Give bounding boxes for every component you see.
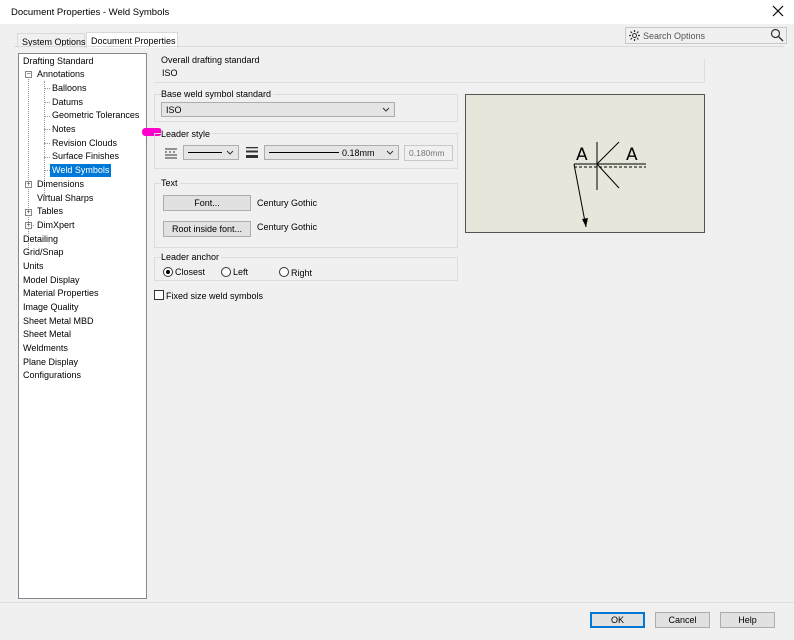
text-label: Text bbox=[161, 178, 180, 188]
tree-guide bbox=[44, 88, 50, 89]
base-weld-label: Base weld symbol standard bbox=[161, 89, 274, 99]
tree-item-dimxpert[interactable]: DimXpert bbox=[37, 219, 75, 232]
line-style-icon bbox=[165, 148, 177, 159]
fixed-size-label: Fixed size weld symbols bbox=[166, 291, 264, 301]
overall-standard-label: Overall drafting standard bbox=[161, 55, 260, 65]
base-weld-value: ISO bbox=[166, 105, 182, 115]
line-thickness-icon bbox=[246, 147, 258, 158]
root-inside-font-button[interactable]: Root inside font... bbox=[163, 221, 251, 237]
tree-item-plane-display[interactable]: Plane Display bbox=[23, 356, 78, 369]
root-font-value: Century Gothic bbox=[257, 222, 318, 232]
window-title: Document Properties - Weld Symbols bbox=[11, 7, 170, 18]
overall-standard-value: ISO bbox=[162, 68, 178, 78]
line-sample bbox=[269, 152, 339, 153]
closest-label: Closest bbox=[175, 267, 206, 277]
expand-icon[interactable]: + bbox=[25, 181, 32, 188]
close-icon[interactable] bbox=[770, 3, 786, 19]
tree-item-surface-finishes[interactable]: Surface Finishes bbox=[52, 150, 119, 163]
tree-item-balloons[interactable]: Balloons bbox=[52, 82, 87, 95]
tree-guide bbox=[44, 102, 50, 103]
fixed-size-checkbox[interactable] bbox=[154, 290, 164, 300]
weld-symbol-graphic: A A bbox=[573, 141, 646, 228]
chevron-down-icon bbox=[382, 107, 390, 112]
tree-item-drafting-standard[interactable]: Drafting Standard bbox=[23, 55, 94, 68]
expand-icon[interactable]: + bbox=[25, 209, 32, 216]
cancel-button[interactable]: Cancel bbox=[655, 612, 710, 628]
tree-guide bbox=[44, 143, 50, 144]
search-input[interactable]: Search Options bbox=[643, 31, 705, 41]
custom-thickness-field[interactable]: 0.180mm bbox=[404, 145, 453, 161]
tree-item-units[interactable]: Units bbox=[23, 260, 44, 273]
font-button[interactable]: Font... bbox=[163, 195, 251, 211]
expand-icon[interactable]: + bbox=[25, 222, 32, 229]
leader-style-label: Leader style bbox=[161, 129, 213, 139]
tree-guide bbox=[44, 129, 50, 130]
tree-guide bbox=[44, 116, 50, 117]
base-weld-select[interactable]: ISO bbox=[161, 102, 395, 117]
tab-divider bbox=[14, 46, 784, 47]
tree-item-image-quality[interactable]: Image Quality bbox=[23, 301, 79, 314]
dialog-body: System Options Document Properties Searc… bbox=[0, 24, 794, 640]
ok-button[interactable]: OK bbox=[590, 612, 645, 628]
right-radio[interactable] bbox=[279, 267, 289, 277]
line-sample bbox=[188, 152, 222, 153]
tree-item-model-display[interactable]: Model Display bbox=[23, 274, 80, 287]
left-radio[interactable] bbox=[221, 267, 231, 277]
tree-item-geometric-tolerances[interactable]: Geometric Tolerances bbox=[52, 109, 139, 122]
thickness-value: 0.18mm bbox=[342, 148, 375, 158]
collapse-icon[interactable]: − bbox=[25, 71, 32, 78]
tree-item-detailing[interactable]: Detailing bbox=[23, 233, 58, 246]
preview-letter-left: A bbox=[576, 145, 588, 165]
tab-label: Document Properties bbox=[91, 36, 176, 46]
options-tree[interactable]: Drafting Standard − Annotations Balloons… bbox=[18, 53, 147, 599]
tree-item-virtual-sharps[interactable]: Virtual Sharps bbox=[37, 192, 93, 205]
leader-anchor-label: Leader anchor bbox=[161, 252, 222, 262]
tree-item-sheet-metal[interactable]: Sheet Metal bbox=[23, 328, 71, 341]
tree-item-tables[interactable]: Tables bbox=[37, 205, 63, 218]
tree-item-dimensions[interactable]: Dimensions bbox=[37, 178, 84, 191]
tree-item-notes[interactable]: Notes bbox=[52, 123, 76, 136]
right-label: Right bbox=[291, 268, 313, 278]
tree-item-revision-clouds[interactable]: Revision Clouds bbox=[52, 137, 117, 150]
footer-divider bbox=[0, 602, 794, 603]
tree-item-weld-symbols[interactable]: Weld Symbols bbox=[50, 164, 112, 177]
closest-radio[interactable] bbox=[163, 267, 173, 277]
search-options-box[interactable]: Search Options bbox=[625, 27, 787, 44]
tree-item-datums[interactable]: Datums bbox=[52, 96, 83, 109]
line-thickness-select[interactable]: 0.18mm bbox=[264, 145, 399, 160]
tree-item-annotations[interactable]: Annotations bbox=[37, 68, 85, 81]
text-group bbox=[154, 183, 458, 248]
tree-item-weldments[interactable]: Weldments bbox=[23, 342, 68, 355]
weld-symbol-preview: A A bbox=[465, 94, 705, 233]
search-icon[interactable] bbox=[770, 28, 784, 42]
left-label: Left bbox=[233, 267, 249, 277]
font-value: Century Gothic bbox=[257, 198, 318, 208]
preview-letter-right: A bbox=[626, 145, 638, 165]
chevron-down-icon bbox=[226, 150, 234, 155]
gear-icon bbox=[629, 30, 640, 41]
tree-item-configurations[interactable]: Configurations bbox=[23, 369, 81, 382]
chevron-down-icon bbox=[386, 150, 394, 155]
help-button[interactable]: Help bbox=[720, 612, 775, 628]
title-bar: Document Properties - Weld Symbols bbox=[0, 0, 794, 24]
line-style-select[interactable] bbox=[183, 145, 239, 160]
tree-item-grid-snap[interactable]: Grid/Snap bbox=[23, 246, 64, 259]
tree-item-sheet-metal-mbd[interactable]: Sheet Metal MBD bbox=[23, 315, 94, 328]
tree-guide bbox=[44, 157, 50, 158]
tree-item-material-properties[interactable]: Material Properties bbox=[23, 287, 99, 300]
